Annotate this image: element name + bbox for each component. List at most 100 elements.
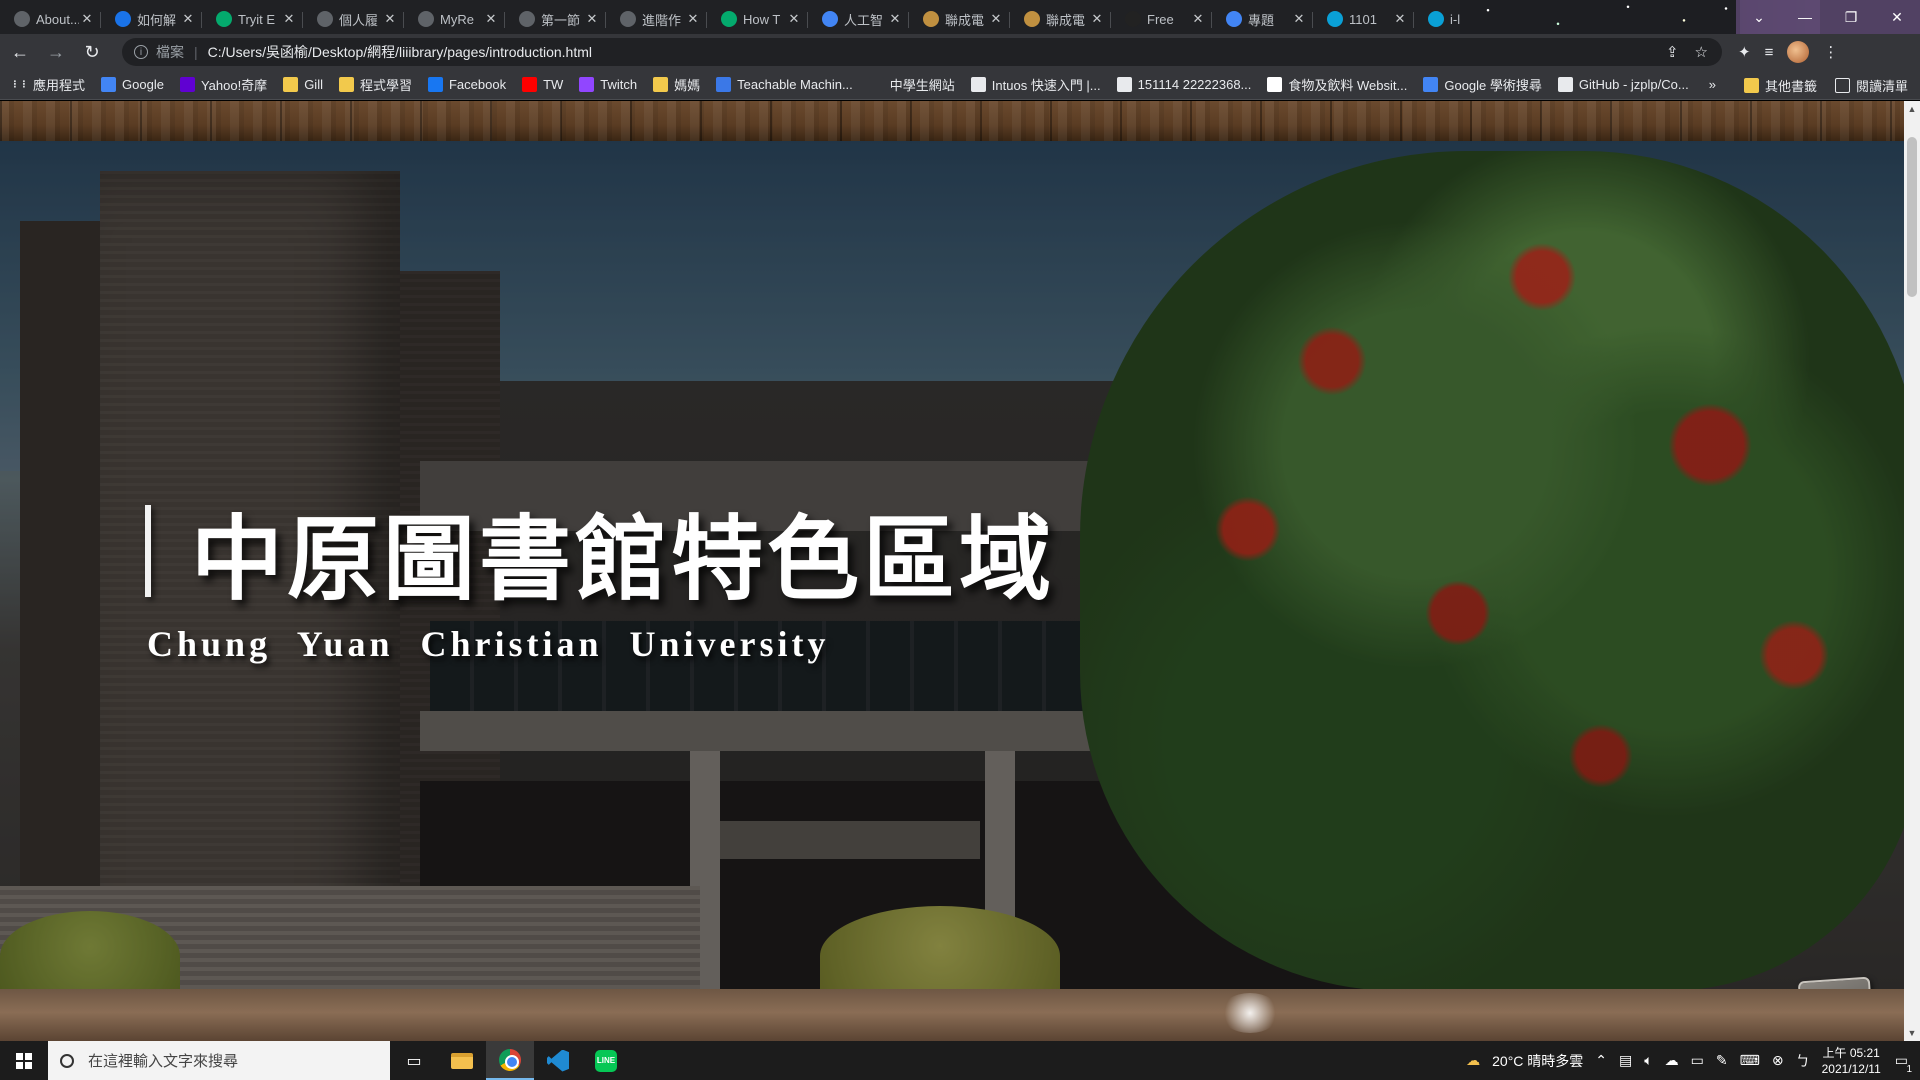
ime-icon[interactable]: ㄅ	[1796, 1051, 1810, 1071]
bookmark-item[interactable]: ⋮⋮ 應用程式	[11, 75, 86, 94]
menu-icon[interactable]: ⋮	[1823, 43, 1838, 61]
close-window-button[interactable]: ✕	[1874, 0, 1920, 34]
browser-tab[interactable]: 聯成電 ✕	[909, 4, 1010, 34]
bookmark-item[interactable]: Facebook	[427, 77, 506, 92]
bookmark-item[interactable]: GitHub - jzplp/Co...	[1557, 77, 1689, 92]
display-icon[interactable]: ▭	[1691, 1052, 1704, 1069]
close-tab-icon[interactable]: ✕	[1089, 11, 1105, 27]
line-button[interactable]: LINE	[582, 1041, 630, 1080]
clock-date: 2021/12/11	[1821, 1061, 1881, 1076]
profile-avatar[interactable]	[1787, 41, 1810, 63]
back-button[interactable]: ←	[4, 36, 36, 68]
bookmarks-overflow-button[interactable]: »	[1709, 77, 1716, 92]
bookmark-item[interactable]: Yahoo!奇摩	[179, 75, 267, 94]
other-bookmarks-button[interactable]: 其他書籤	[1743, 76, 1817, 95]
page-scrollbar[interactable]: ▲ ▼	[1904, 101, 1920, 1041]
bookmark-item[interactable]: 程式學習	[338, 75, 412, 94]
file-explorer-button[interactable]	[438, 1041, 486, 1080]
info-icon[interactable]: i	[134, 45, 148, 59]
reading-list-button[interactable]: 閱讀清單	[1834, 76, 1908, 95]
bookmark-item[interactable]: 中學生網站	[868, 75, 955, 94]
weather-icon[interactable]: ☁	[1466, 1052, 1480, 1069]
close-tab-icon[interactable]: ✕	[887, 11, 903, 27]
close-tab-icon[interactable]: ✕	[786, 11, 802, 27]
scheme-label: 檔案	[156, 44, 184, 60]
browser-tab[interactable]: 專題 ✕	[1212, 4, 1313, 34]
start-button[interactable]	[0, 1041, 48, 1080]
browser-tab[interactable]: 人工智 ✕	[808, 4, 909, 34]
page-viewport: 中原圖書館特色區域 Chung Yuan Christian Universit…	[0, 101, 1904, 1041]
globe-icon	[620, 11, 636, 27]
close-tab-icon[interactable]: ✕	[1392, 11, 1408, 27]
close-tab-icon[interactable]: ✕	[281, 11, 297, 27]
browser-tab[interactable]: MyRe ✕	[404, 4, 505, 34]
task-view-button[interactable]: ▭	[390, 1041, 438, 1080]
close-tab-icon[interactable]: ✕	[988, 11, 1004, 27]
share-icon[interactable]: ⇪	[1666, 43, 1679, 61]
theme-decoration	[1460, 0, 1740, 34]
volume-icon[interactable]: 🔈︎	[1644, 1052, 1652, 1069]
network-icon[interactable]: ▤	[1619, 1052, 1632, 1069]
onedrive-icon[interactable]: ☁	[1665, 1052, 1679, 1069]
close-tab-icon[interactable]: ✕	[483, 11, 499, 27]
notification-icon[interactable]: ▭ 1	[1895, 1052, 1912, 1075]
m-icon	[1428, 11, 1444, 27]
bookmark-star-icon[interactable]: ☆	[1695, 43, 1708, 61]
url-text[interactable]: C:/Users/吳函榆/Desktop/網程/liiibrary/pages/…	[208, 42, 1666, 62]
bookmark-item[interactable]: TW	[522, 77, 563, 92]
clock[interactable]: 上午 05:21 2021/12/11	[1822, 1045, 1881, 1077]
minimize-button[interactable]: —	[1782, 0, 1828, 34]
vscode-button[interactable]	[534, 1041, 582, 1080]
close-circle-icon[interactable]: ⊗	[1772, 1052, 1784, 1069]
line-icon: LINE	[595, 1049, 617, 1072]
tab-search-button[interactable]: ⌄	[1736, 0, 1782, 34]
keyboard-icon[interactable]: ⌨	[1740, 1052, 1760, 1069]
restore-button[interactable]: ❐	[1828, 0, 1874, 34]
tab-title: How T	[743, 11, 781, 27]
bookmark-item[interactable]: 食物及飲料 Websit...	[1267, 75, 1407, 94]
browser-tab[interactable]: Tryit E ✕	[202, 4, 303, 34]
tray-overflow-icon[interactable]: ⌃	[1595, 1052, 1607, 1069]
close-tab-icon[interactable]: ✕	[79, 11, 95, 27]
browser-tab[interactable]: Free ✕	[1111, 4, 1212, 34]
close-tab-icon[interactable]: ✕	[584, 11, 600, 27]
browser-tab[interactable]: How T ✕	[707, 4, 808, 34]
yahoo-icon	[179, 77, 195, 92]
scroll-down-arrow-icon[interactable]: ▼	[1904, 1025, 1920, 1041]
bookmark-item[interactable]: Twitch	[579, 77, 637, 92]
extensions-icon[interactable]: ✦	[1738, 43, 1751, 61]
bookmark-item[interactable]: Google	[101, 77, 164, 92]
reload-button[interactable]: ↻	[76, 36, 108, 68]
chrome-button[interactable]	[486, 1041, 534, 1080]
close-tab-icon[interactable]: ✕	[1190, 11, 1206, 27]
browser-tab[interactable]: 1101 ✕	[1313, 4, 1414, 34]
close-tab-icon[interactable]: ✕	[685, 11, 701, 27]
forward-button[interactable]: →	[40, 36, 72, 68]
browser-tab[interactable]: 聯成電 ✕	[1010, 4, 1111, 34]
close-tab-icon[interactable]: ✕	[382, 11, 398, 27]
scroll-up-arrow-icon[interactable]: ▲	[1904, 101, 1920, 117]
browser-tab[interactable]: 個人履 ✕	[303, 4, 404, 34]
bookmark-item[interactable]: Google 學術搜尋	[1423, 75, 1542, 94]
bookmark-item[interactable]: 151114 22222368...	[1116, 77, 1251, 92]
reading-list-icon	[1834, 77, 1850, 93]
browser-tab[interactable]: 第一節 ✕	[505, 4, 606, 34]
close-tab-icon[interactable]: ✕	[180, 11, 196, 27]
bookmark-item[interactable]: Gill	[283, 77, 323, 92]
browser-tab[interactable]: 進階作 ✕	[606, 4, 707, 34]
tab-list: About... ✕ 如何解 ✕ Tryit E ✕ 個人履 ✕ MyRe ✕ 第一節 ✕ 進階作 ✕ Ho…	[0, 0, 1627, 34]
address-bar[interactable]: i 檔案 | C:/Users/吳函榆/Desktop/網程/liiibrary…	[122, 38, 1722, 66]
browser-tab[interactable]: About... ✕	[0, 4, 101, 34]
scrollbar-thumb[interactable]	[1907, 137, 1917, 297]
weather-text[interactable]: 20°C 晴時多雲	[1492, 1051, 1583, 1071]
bookmark-item[interactable]: Teachable Machin...	[716, 77, 853, 92]
bookmark-list: ⋮⋮ 應用程式 Google Yahoo!奇摩 Gill 程式學習 Facebook TW Tw…	[11, 75, 1705, 94]
address-divider: |	[194, 44, 198, 60]
taskbar-search-box[interactable]: 在這裡輸入文字來搜尋	[48, 1041, 390, 1080]
reading-list-icon[interactable]: ≡	[1765, 44, 1774, 61]
bookmark-item[interactable]: 媽媽	[653, 75, 700, 94]
pen-icon[interactable]: ✎	[1716, 1052, 1728, 1069]
browser-tab[interactable]: 如何解 ✕	[101, 4, 202, 34]
close-tab-icon[interactable]: ✕	[1291, 11, 1307, 27]
bookmark-item[interactable]: Intuos 快速入門 |...	[970, 75, 1101, 94]
